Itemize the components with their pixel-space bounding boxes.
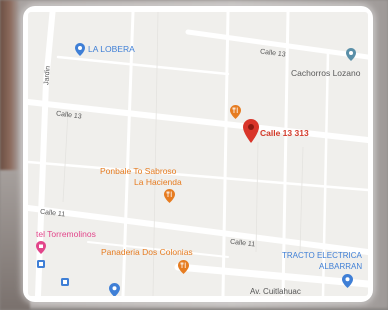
location-pin-icon[interactable] [342,274,353,288]
place-label-la-lobera[interactable]: LA LOBERA [88,45,135,54]
restaurant-icon[interactable] [230,105,241,119]
street-label-av-cuitlahuac: Av. Cuitlahuac [250,287,301,296]
selected-location-marker-icon[interactable] [243,119,259,143]
map-pin-icon[interactable] [109,283,120,296]
place-label-tracto-line1[interactable]: TRACTO ELECTRICA [282,252,362,260]
shopping-bag-icon[interactable] [36,241,46,254]
place-label-ponbale-line2[interactable]: La Hacienda [134,178,182,187]
restaurant-icon[interactable] [178,260,189,274]
map-card: Calle 13 Calle 13 Jardin Calle 11 Calle … [23,6,373,302]
store-icon[interactable] [61,278,69,286]
location-pin-icon[interactable] [346,48,356,61]
map-view[interactable]: Calle 13 Calle 13 Jardin Calle 11 Calle … [28,12,368,296]
store-icon[interactable] [37,260,45,268]
place-label-torremolinos[interactable]: tel Torremolinos [36,230,96,239]
restaurant-icon[interactable] [164,189,175,203]
map-pin-icon[interactable] [75,43,85,56]
selected-address-label[interactable]: Calle 13 313 [260,129,309,138]
place-label-tracto-line2[interactable]: ALBARRAN [319,263,362,271]
place-label-ponbale-line1[interactable]: Ponbale To Sabroso [100,167,176,176]
place-label-cachorros-lozano[interactable]: Cachorros Lozano [291,69,360,78]
place-label-panaderia[interactable]: Panaderia Dos Colonias [101,248,193,257]
